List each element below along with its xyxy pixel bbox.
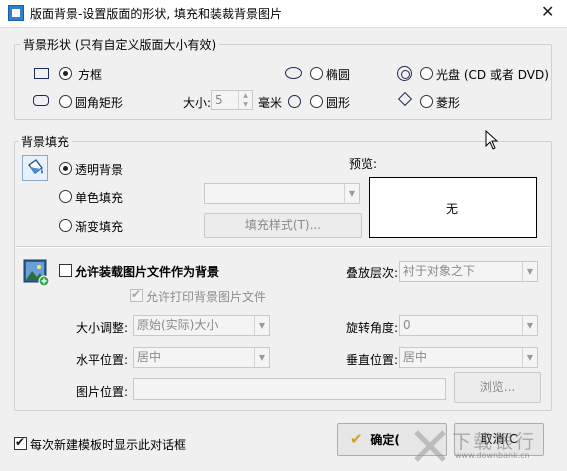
ok-label: 确定( [370, 433, 400, 447]
enable-image-label: 允许装载图片文件作为背景 [75, 265, 220, 279]
spin-down-icon[interactable]: ▼ [239, 100, 252, 109]
halign-select[interactable]: 居中 [133, 347, 270, 368]
radio-ellipse[interactable] [310, 67, 323, 80]
preview-label: 预览: [349, 157, 378, 171]
radio-rounded-rect-label: 圆角矩形 [75, 96, 124, 110]
ellipse-shape-icon [285, 67, 302, 79]
background-image-icon [23, 259, 51, 287]
rotate-dropdown-icon[interactable]: ▼ [522, 316, 537, 335]
fill-color-select[interactable] [204, 183, 360, 204]
radio-transparent-label: 透明背景 [75, 163, 124, 177]
radio-square[interactable] [59, 67, 72, 80]
radio-disc-label: 光盘 (CD 或者 DVD) [436, 68, 549, 82]
app-icon [8, 5, 24, 21]
browse-button[interactable]: 浏览... [454, 372, 541, 403]
watermark-url: www.downbank.cn [455, 451, 530, 460]
radio-circle[interactable] [310, 95, 323, 108]
valign-dropdown-icon[interactable]: ▼ [522, 348, 537, 367]
size-spinner[interactable]: ▲ ▼ [238, 91, 252, 109]
fill-color-dropdown-icon[interactable]: ▼ [344, 184, 359, 203]
close-icon[interactable]: ✕ [541, 3, 554, 21]
size-adjust-select[interactable]: 原始(实际)大小 [133, 315, 270, 336]
radio-diamond[interactable] [420, 95, 433, 108]
disc-shape-icon [397, 66, 412, 81]
shape-group-legend: 背景形状 (只有自定义版面大小有效) [20, 36, 220, 53]
rounded-rect-shape-icon [33, 95, 49, 106]
rotate-select[interactable]: 0 [399, 315, 538, 336]
valign-select[interactable]: 居中 [399, 347, 538, 368]
radio-solid-fill-label: 单色填充 [75, 191, 124, 205]
ok-check-icon: ✔ [350, 430, 363, 448]
mouse-cursor-icon [485, 130, 499, 150]
radio-ellipse-label: 椭圆 [326, 68, 351, 82]
image-path-label: 图片位置: [76, 385, 129, 399]
allow-print-checkbox[interactable] [130, 287, 143, 302]
radio-rounded-rect[interactable] [59, 95, 72, 108]
halign-label: 水平位置: [76, 353, 129, 367]
rotate-value: 0 [403, 318, 411, 332]
fill-style-button[interactable]: 填充样式(T)... [204, 213, 362, 238]
spin-up-icon[interactable]: ▲ [239, 91, 252, 100]
fill-image-separator-highlight [16, 247, 550, 248]
radio-diamond-label: 菱形 [436, 96, 461, 110]
layer-label: 叠放层次: [346, 266, 399, 280]
radio-transparent[interactable] [59, 162, 72, 175]
window-title: 版面背景-设置版面的形状, 填充和装裁背景图片 [30, 7, 282, 21]
halign-dropdown-icon[interactable]: ▼ [254, 348, 269, 367]
watermark-logo-icon [412, 428, 448, 464]
size-unit: 毫米 [258, 96, 283, 110]
radio-circle-label: 圆形 [326, 96, 351, 110]
fill-group-legend: 背景填充 [18, 133, 73, 150]
size-adjust-dropdown-icon[interactable]: ▼ [254, 316, 269, 335]
layer-dropdown-icon[interactable]: ▼ [522, 262, 537, 281]
show-dialog-checkbox[interactable] [14, 435, 27, 450]
fill-preview-text: 无 [446, 202, 459, 216]
rotate-label: 旋转角度: [346, 321, 399, 335]
size-label: 大小: [183, 96, 212, 110]
radio-gradient-fill[interactable] [59, 219, 72, 232]
size-value: 5 [215, 93, 223, 107]
radio-gradient-fill-label: 渐变填充 [75, 220, 124, 234]
halign-value: 居中 [137, 350, 162, 364]
square-shape-icon [34, 68, 49, 79]
image-path-input[interactable] [133, 378, 446, 400]
layer-select[interactable]: 衬于对象之下 [399, 261, 538, 282]
watermark-text: 下载银行 [452, 431, 537, 453]
show-dialog-label: 每次新建模板时显示此对话框 [30, 438, 187, 452]
size-adjust-label: 大小调整: [76, 321, 129, 335]
valign-value: 居中 [403, 350, 428, 364]
enable-image-checkbox[interactable] [59, 264, 72, 277]
valign-label: 垂直位置: [346, 353, 399, 367]
layer-value: 衬于对象之下 [403, 264, 476, 278]
radio-disc[interactable] [420, 67, 433, 80]
fill-bucket-icon [22, 155, 48, 181]
radio-square-label: 方框 [78, 68, 103, 82]
circle-shape-icon [288, 95, 301, 108]
allow-print-label: 允许打印背景图片文件 [146, 290, 267, 304]
size-adjust-value: 原始(实际)大小 [137, 318, 219, 332]
radio-solid-fill[interactable] [59, 190, 72, 203]
